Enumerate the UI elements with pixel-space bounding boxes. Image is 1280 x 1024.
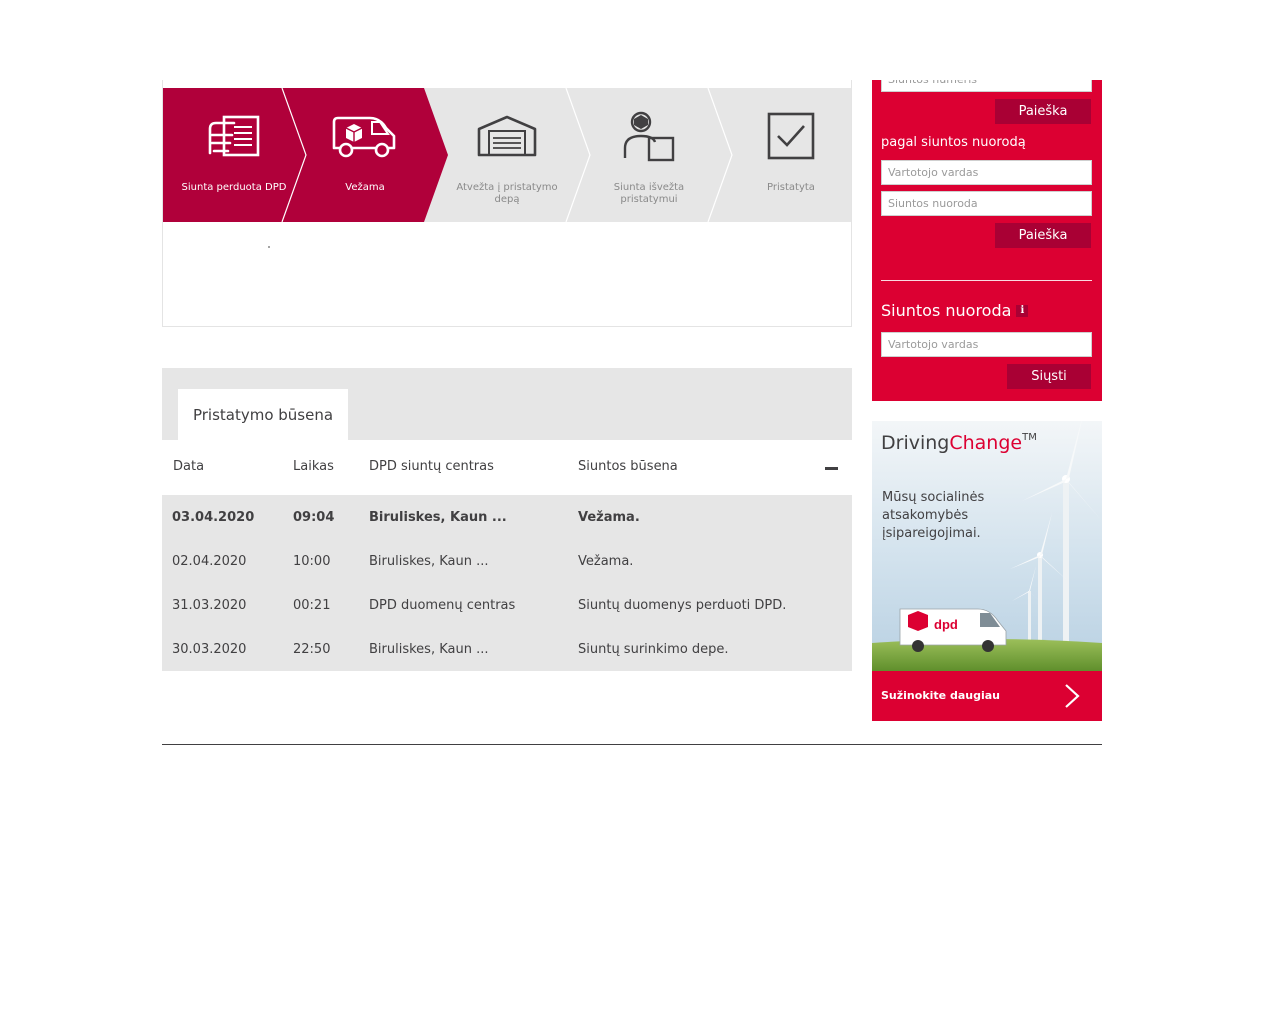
parcel-number-input[interactable]: Siuntos numeris	[881, 80, 1092, 92]
step-label: Vežama	[345, 182, 385, 193]
column-header-time: Laikas	[293, 459, 334, 474]
reference-input[interactable]: Siuntos nuoroda	[881, 191, 1092, 216]
search-by-reference-button[interactable]: Paieška	[995, 223, 1091, 248]
column-header-status: Siuntos būsena	[578, 459, 678, 474]
step-out-for-delivery: Siunta išvežta pristatymui	[578, 88, 720, 222]
step-label: Pristatyta	[767, 182, 815, 193]
username-input[interactable]: Vartotojo vardas	[881, 160, 1092, 185]
reference-title-text: Siuntos nuoroda	[881, 301, 1012, 320]
row-date: 02.04.2020	[162, 540, 280, 582]
parcel-progress-card: Siunta perduota DPD Vežama Atvežta į pri…	[162, 80, 852, 327]
row-center: Biruliskes, Kaun ...	[359, 540, 565, 582]
courier-icon	[619, 110, 679, 162]
by-reference-label: pagal siuntos nuorodą	[881, 135, 1026, 150]
search-divider	[881, 280, 1092, 281]
row-time: 10:00	[283, 540, 356, 582]
row-date: 30.03.2020	[162, 628, 280, 670]
table-row: 31.03.2020 00:21 DPD duomenų centras Siu…	[162, 584, 852, 626]
table-row: 03.04.2020 09:04 Biruliskes, Kaun ... Ve…	[162, 496, 852, 538]
van-logo-text: dpd	[934, 617, 958, 632]
row-status: Siuntų duomenys perduoti DPD.	[568, 584, 852, 626]
column-header-date: Data	[173, 459, 205, 474]
step-in-transit: Vežama	[294, 88, 436, 222]
row-status: Siuntų surinkimo depe.	[568, 628, 852, 670]
collapse-icon[interactable]	[825, 467, 838, 470]
wind-farm-image: dpd	[872, 421, 1102, 671]
footer-divider	[162, 744, 1102, 745]
row-time: 22:50	[283, 628, 356, 670]
banner-title-part2: Change	[949, 432, 1023, 454]
table-row: 02.04.2020 10:00 Biruliskes, Kaun ... Ve…	[162, 540, 852, 582]
row-date: 31.03.2020	[162, 584, 280, 626]
step-label: Atvežta į pristatymo depą	[456, 182, 558, 205]
learn-more-link[interactable]: Sužinokite daugiau	[881, 689, 1000, 702]
step-label: Siunta perduota DPD	[181, 182, 287, 193]
delivery-status-panel: Pristatymo būsena Data Laikas DPD siuntų…	[162, 368, 852, 671]
row-status: Vežama.	[568, 496, 852, 538]
row-center: Biruliskes, Kaun ...	[359, 628, 565, 670]
banner-footer[interactable]: Sužinokite daugiau	[872, 671, 1102, 721]
parcel-search-box: Siuntos numeris Paieška pagal siuntos nu…	[872, 80, 1102, 401]
table-row: 30.03.2020 22:50 Biruliskes, Kaun ... Si…	[162, 628, 852, 670]
row-date: 03.04.2020	[162, 496, 280, 538]
banner-title-part1: Driving	[881, 432, 950, 454]
step-at-depot: Atvežta į pristatymo depą	[436, 88, 578, 222]
progress-detail-area	[268, 246, 270, 248]
banner-text: Mūsų socialinės atsakomybės įsipareigoji…	[882, 490, 985, 541]
trademark-mark: TM	[1022, 432, 1037, 443]
checkbox-icon	[766, 110, 816, 162]
progress-tracker: Siunta perduota DPD Vežama Atvežta į pri…	[163, 88, 851, 222]
hand-parcel-icon	[204, 110, 264, 162]
search-button[interactable]: Paieška	[995, 99, 1091, 124]
send-button[interactable]: Siųsti	[1007, 364, 1091, 389]
row-center: Biruliskes, Kaun ...	[359, 496, 565, 538]
step-label: Siunta išvežta pristatymui	[613, 182, 685, 205]
username-input-2[interactable]: Vartotojo vardas	[881, 332, 1092, 357]
row-center: DPD duomenų centras	[359, 584, 565, 626]
status-table-header: Data Laikas DPD siuntų centras Siuntos b…	[162, 440, 852, 495]
row-time: 09:04	[283, 496, 356, 538]
depot-icon	[475, 110, 539, 162]
tab-delivery-status[interactable]: Pristatymo būsena	[178, 389, 348, 440]
step-handed-over: Siunta perduota DPD	[163, 88, 305, 222]
reference-section-title: Siuntos nuoroda i	[881, 301, 1029, 320]
row-status: Vežama.	[568, 540, 852, 582]
row-time: 00:21	[283, 584, 356, 626]
chevron-right-icon[interactable]	[1064, 683, 1080, 709]
driving-change-banner[interactable]: dpd DrivingChangeTM Mūsų socialinės atsa…	[872, 421, 1102, 721]
delivery-van-icon	[330, 110, 400, 162]
column-header-center: DPD siuntų centras	[369, 459, 494, 474]
info-icon[interactable]: i	[1016, 304, 1029, 317]
step-delivered: Pristatyta	[720, 88, 851, 222]
banner-title: DrivingChangeTM	[881, 432, 1037, 454]
